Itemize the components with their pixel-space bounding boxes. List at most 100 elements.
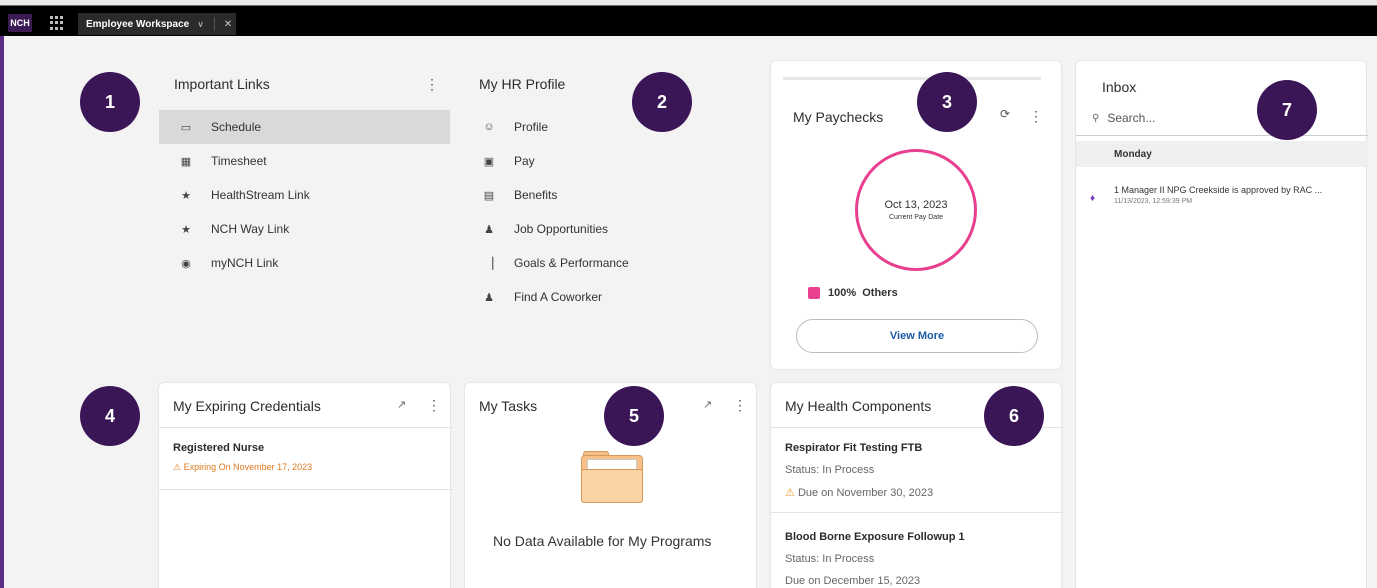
hr-item-label: Profile (514, 120, 549, 134)
tasks-menu-icon[interactable]: ⋮ (733, 397, 747, 414)
paychecks-card-divider (783, 77, 1041, 80)
health-title: My Health Components (785, 398, 932, 414)
credentials-menu-icon[interactable]: ⋮ (427, 397, 441, 414)
workspace-tab[interactable]: Employee Workspace ∨ ✕ (78, 13, 236, 35)
app-launcher-icon[interactable] (50, 16, 64, 30)
callout-badge-4: 4 (80, 386, 140, 446)
credentials-card: My Expiring Credentials ↗ ⋮ Registered N… (158, 382, 452, 588)
health-item-status: Status: In Process (785, 553, 875, 565)
brand-logo[interactable]: NCH (8, 14, 32, 32)
search-placeholder: Search... (1107, 111, 1156, 125)
star-icon: ★ (181, 223, 191, 236)
health-item-name[interactable]: Blood Borne Exposure Followup 1 (785, 531, 965, 543)
health-item-due: Due on December 15, 2023 (785, 575, 921, 587)
paychecks-title: My Paychecks (793, 109, 884, 125)
link-nch-way[interactable]: ★ NCH Way Link (159, 212, 450, 246)
refresh-icon[interactable]: ⟳ (1000, 107, 1010, 121)
inbox-title: Inbox (1102, 79, 1137, 95)
health-row-divider (771, 512, 1063, 513)
empty-folder-icon (581, 451, 643, 503)
search-divider (1076, 135, 1368, 136)
paychecks-card: My Paychecks ⟳ ⋮ Oct 13, 2023 Current Pa… (770, 60, 1062, 370)
user-circle-icon: ☺ (483, 121, 495, 133)
hr-item-pay[interactable]: ▣ Pay (462, 144, 742, 178)
top-bar: NCH Employee Workspace ∨ ✕ (0, 0, 1377, 36)
expand-icon[interactable]: ↗ (703, 398, 712, 411)
hr-item-label: Pay (514, 154, 535, 168)
warning-icon: ⚠ (173, 462, 182, 472)
hr-item-label: Goals & Performance (514, 256, 629, 270)
money-icon: ▣ (483, 155, 495, 168)
pay-date-caption: Current Pay Date (888, 214, 944, 221)
link-icon: ★ (181, 189, 191, 202)
pay-date: Oct 13, 2023 (884, 199, 948, 211)
link-healthstream[interactable]: ★ HealthStream Link (159, 178, 450, 212)
tab-divider (213, 17, 215, 31)
important-links-list: ▭ Schedule ▦ Timesheet ★ HealthStream Li… (159, 110, 450, 280)
hr-item-label: Job Opportunities (514, 222, 609, 236)
important-links-menu-icon[interactable]: ⋮ (425, 76, 439, 93)
left-rail (0, 36, 4, 588)
credential-expiry: ⚠ Expiring On November 17, 2023 (173, 462, 312, 473)
health-item-name[interactable]: Respirator Fit Testing FTB (785, 442, 922, 454)
hr-item-label: Benefits (514, 188, 558, 202)
credential-row-divider (159, 489, 452, 490)
person-icon: ♟ (484, 223, 494, 236)
message-text: 1 Manager II NPG Creekside is approved b… (1114, 185, 1323, 195)
close-icon[interactable]: ✕ (224, 19, 232, 30)
view-more-button[interactable]: View More (796, 319, 1038, 353)
credential-expiry-text: Expiring On November 17, 2023 (183, 462, 313, 472)
message-time: 11/13/2023, 12:59:39 PM (1114, 198, 1193, 205)
link-label: NCH Way Link (211, 222, 290, 236)
hr-item-job-opportunities[interactable]: ♟ Job Opportunities (462, 212, 742, 246)
link-label: Schedule (211, 120, 262, 134)
callout-badge-7: 7 (1257, 80, 1317, 140)
paychecks-menu-icon[interactable]: ⋮ (1029, 108, 1043, 125)
search-icon: ⚲ (1092, 112, 1100, 124)
health-item-due-text: Due on November 30, 2023 (797, 487, 934, 499)
health-item-status: Status: In Process (785, 464, 875, 476)
people-icon: ♟ (484, 291, 494, 304)
important-links-title: Important Links (174, 76, 270, 92)
briefcase-icon: ▤ (483, 189, 495, 202)
inbox-message[interactable]: 1 Manager II NPG Creekside is approved b… (1114, 185, 1364, 205)
hr-item-find-coworker[interactable]: ♟ Find A Coworker (462, 280, 742, 314)
notification-bell-icon: ♦ (1090, 193, 1096, 204)
paycheck-legend: 100% Others (808, 287, 898, 299)
credentials-header-divider (159, 427, 452, 428)
credentials-title: My Expiring Credentials (173, 398, 321, 414)
hr-item-profile[interactable]: ☺ Profile (462, 110, 742, 144)
chart-icon: ▕ (484, 257, 494, 270)
callout-badge-2: 2 (632, 72, 692, 132)
tasks-empty-message: No Data Available for My Programs (493, 533, 712, 549)
link-label: myNCH Link (211, 256, 279, 270)
workspace-tab-label: Employee Workspace (86, 18, 190, 30)
callout-badge-1: 1 (80, 72, 140, 132)
link-mynch[interactable]: ◉ myNCH Link (159, 246, 450, 280)
legend-swatch (808, 287, 820, 299)
callout-badge-6: 6 (984, 386, 1044, 446)
link-label: HealthStream Link (211, 188, 310, 202)
inbox-card: Inbox ⚲ Search... Monday ♦ 1 Manager II … (1075, 60, 1368, 588)
legend-label: 100% Others (828, 287, 898, 299)
timesheet-icon: ▦ (180, 155, 192, 168)
pay-date-ring: Oct 13, 2023 Current Pay Date (855, 149, 977, 271)
window-edge (0, 0, 1377, 6)
credential-name[interactable]: Registered Nurse (173, 442, 264, 454)
link-timesheet[interactable]: ▦ Timesheet (159, 144, 450, 178)
health-item-due: ⚠ Due on November 30, 2023 (785, 486, 933, 499)
hr-item-goals[interactable]: ▕ Goals & Performance (462, 246, 742, 280)
hr-profile-title: My HR Profile (479, 76, 566, 92)
callout-badge-3: 3 (917, 72, 977, 132)
callout-badge-5: 5 (604, 386, 664, 446)
chevron-down-icon[interactable]: ∨ (197, 19, 204, 30)
tasks-title: My Tasks (479, 398, 538, 414)
warning-icon: ⚠ (785, 487, 795, 499)
link-schedule[interactable]: ▭ Schedule (159, 110, 450, 144)
expand-icon[interactable]: ↗ (397, 398, 406, 411)
day-header: Monday (1076, 141, 1368, 167)
hr-item-label: Find A Coworker (514, 290, 603, 304)
globe-icon: ◉ (181, 257, 191, 270)
hr-item-benefits[interactable]: ▤ Benefits (462, 178, 742, 212)
calendar-icon: ▭ (180, 121, 192, 134)
